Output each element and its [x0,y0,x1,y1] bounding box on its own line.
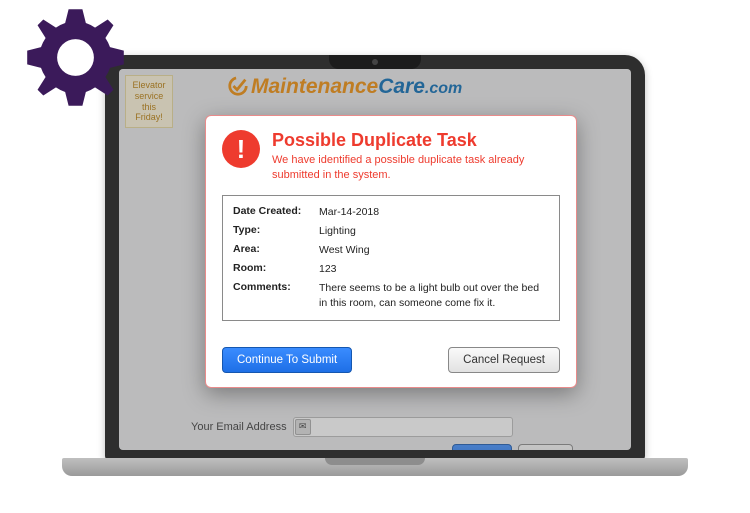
laptop-screen: Elevator service this Friday! Maintenanc… [119,69,631,450]
date-created-value: Mar-14-2018 [319,205,549,219]
gear-icon [18,0,133,120]
room-value: 123 [319,262,549,276]
modal-subtitle: We have identified a possible duplicate … [272,153,560,183]
area-value: West Wing [319,243,549,257]
detail-row-area: Area: West Wing [233,243,549,257]
modal-button-row: Continue To Submit Cancel Request [222,347,560,373]
task-details-box: Date Created: Mar-14-2018 Type: Lighting… [222,195,560,321]
duplicate-task-modal: ! Possible Duplicate Task We have identi… [205,115,577,388]
laptop-frame: Elevator service this Friday! Maintenanc… [62,55,688,510]
date-created-label: Date Created: [233,205,319,219]
comments-value: There seems to be a light bulb out over … [319,281,549,309]
area-label: Area: [233,243,319,257]
detail-row-comments: Comments: There seems to be a light bulb… [233,281,549,309]
comments-label: Comments: [233,281,319,309]
laptop-base [62,458,688,476]
modal-header: ! Possible Duplicate Task We have identi… [222,130,560,183]
cancel-request-button[interactable]: Cancel Request [448,347,560,373]
type-value: Lighting [319,224,549,238]
room-label: Room: [233,262,319,276]
alert-icon: ! [222,130,260,168]
laptop-notch [329,55,421,69]
camera-icon [372,59,378,65]
detail-row-room: Room: 123 [233,262,549,276]
modal-title: Possible Duplicate Task [272,130,560,151]
continue-submit-button[interactable]: Continue To Submit [222,347,352,373]
detail-row-type: Type: Lighting [233,224,549,238]
laptop-bezel: Elevator service this Friday! Maintenanc… [105,55,645,460]
detail-row-date: Date Created: Mar-14-2018 [233,205,549,219]
type-label: Type: [233,224,319,238]
